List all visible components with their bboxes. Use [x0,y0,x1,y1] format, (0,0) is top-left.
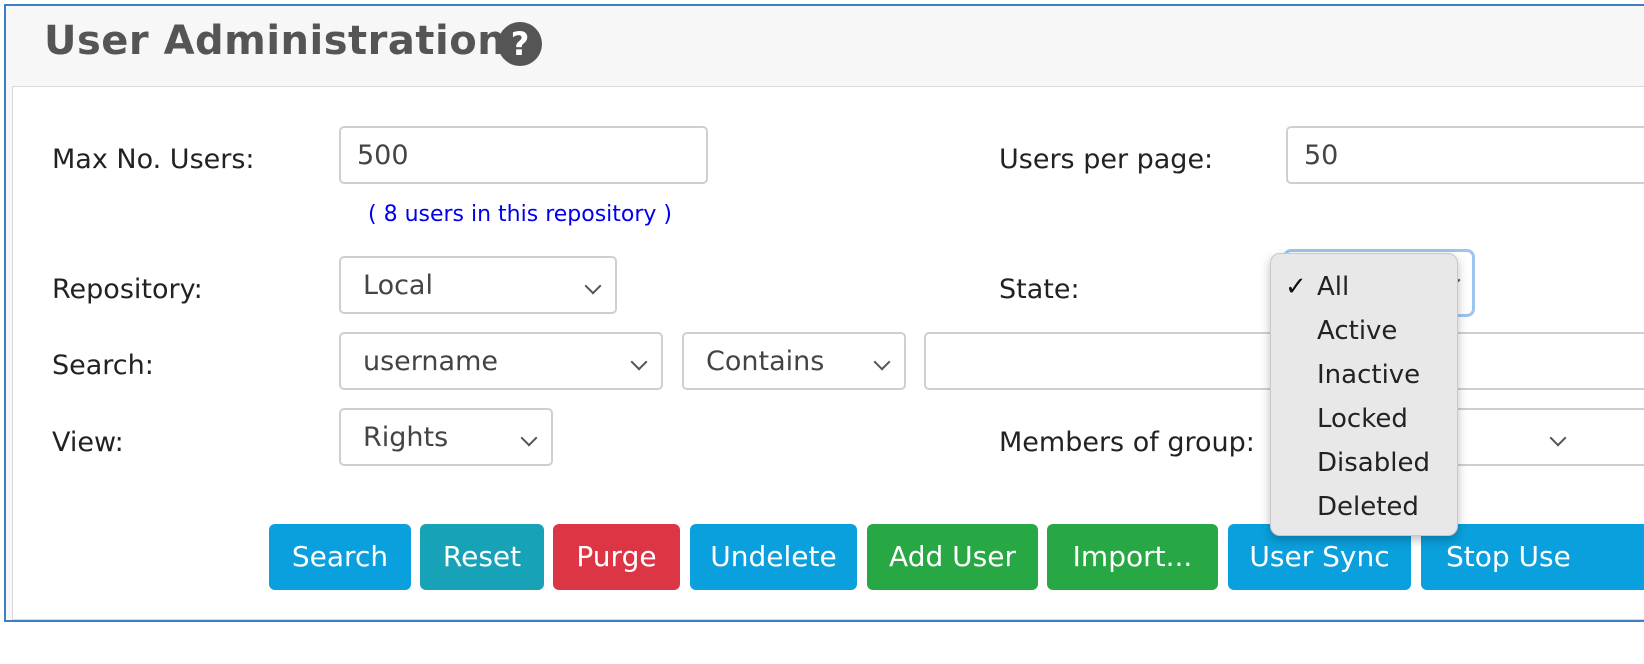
chevron-down-icon [630,353,648,371]
chevron-down-icon [584,277,602,295]
users-per-page-input[interactable]: 50 [1286,126,1644,184]
users-per-page-label: Users per page: [999,144,1214,175]
page-title: User Administration [44,18,507,64]
search-operator-select[interactable]: Contains [682,332,906,390]
users-per-page-value: 50 [1304,140,1339,171]
add-user-button[interactable]: Add User [867,524,1038,590]
search-button[interactable]: Search [269,524,411,590]
search-label: Search: [52,350,154,381]
state-option-all[interactable]: All [1317,272,1349,302]
view-label: View: [52,427,124,458]
help-icon[interactable]: ? [498,22,542,66]
import-button[interactable]: Import... [1047,524,1218,590]
state-option-active[interactable]: Active [1317,316,1397,346]
search-field-value: username [363,346,498,377]
stop-user-sync-button[interactable]: Stop Use [1421,524,1644,590]
state-option-deleted[interactable]: Deleted [1317,492,1419,522]
state-option-disabled[interactable]: Disabled [1317,448,1430,478]
view-select-value: Rights [363,422,449,453]
chevron-down-icon [520,429,538,447]
chevron-down-icon [1549,429,1567,447]
search-field-select[interactable]: username [339,332,663,390]
max-users-label: Max No. Users: [52,144,255,175]
members-of-group-label: Members of group: [999,427,1255,458]
max-users-value: 500 [357,140,409,171]
state-option-inactive[interactable]: Inactive [1317,360,1420,390]
checkmark-icon: ✓ [1285,272,1307,302]
repository-user-count: ( 8 users in this repository ) [368,202,673,227]
repository-select[interactable]: Local [339,256,617,314]
state-option-locked[interactable]: Locked [1317,404,1408,434]
reset-button[interactable]: Reset [420,524,544,590]
purge-button[interactable]: Purge [553,524,680,590]
max-users-input[interactable]: 500 [339,126,708,184]
repository-select-value: Local [363,270,433,301]
members-of-group-select[interactable] [1440,408,1644,466]
undelete-button[interactable]: Undelete [690,524,857,590]
search-operator-value: Contains [706,346,825,377]
state-dropdown-menu: ✓ All Active Inactive Locked Disabled De… [1270,253,1458,536]
chevron-down-icon [873,353,891,371]
repository-label: Repository: [52,274,203,305]
view-select[interactable]: Rights [339,408,553,466]
state-label: State: [999,274,1080,305]
